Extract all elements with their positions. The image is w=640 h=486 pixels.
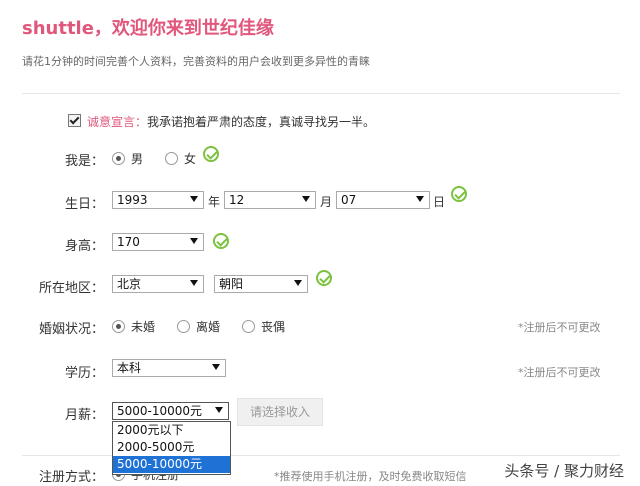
marital-option-label: 丧偶	[261, 320, 286, 334]
pledge-label: 诚意宣言：	[87, 115, 148, 129]
marital-hint: *注册后不可更改	[518, 321, 601, 334]
page-title: shuttle，欢迎你来到世纪佳缘	[22, 18, 274, 39]
salary-label: 月薪：	[64, 408, 104, 423]
pledge-checkbox[interactable]	[68, 114, 81, 127]
register-label: 注册方式：	[38, 470, 104, 485]
salary-value: 5000-10000元	[117, 404, 203, 418]
birth-month-select[interactable]: 12	[224, 191, 316, 209]
birth-year-value: 1993	[117, 193, 148, 207]
select-income-button[interactable]: 请选择收入	[237, 398, 323, 426]
province-select[interactable]: 北京	[112, 275, 204, 293]
radio-icon[interactable]	[165, 152, 179, 165]
province-value: 北京	[117, 277, 142, 291]
dropdown-arrow-icon	[190, 238, 198, 244]
day-unit: 日	[433, 195, 446, 209]
divider	[22, 93, 620, 94]
marital-option-single[interactable]: 未婚	[112, 318, 155, 335]
salary-option-selected[interactable]: 5000-10000元	[113, 456, 230, 473]
gender-label: 我是：	[64, 154, 104, 169]
gender-radio-group: 男 女	[112, 150, 204, 167]
check-valid-icon	[203, 146, 219, 162]
birth-year-select[interactable]: 1993	[112, 191, 204, 209]
dropdown-arrow-icon	[190, 196, 198, 202]
gender-option-female[interactable]: 女	[165, 150, 196, 167]
birthday-label: 生日：	[64, 197, 104, 212]
check-valid-icon	[316, 270, 332, 286]
height-select[interactable]: 170	[112, 233, 204, 251]
dropdown-arrow-icon	[302, 196, 310, 202]
education-label: 学历：	[64, 366, 104, 381]
salary-option[interactable]: 2000元以下	[113, 422, 230, 439]
pledge-row: 诚意宣言：我承诺抱着严肃的态度，真诚寻找另一半。	[68, 113, 375, 130]
check-valid-icon	[213, 233, 229, 249]
gender-option-label: 男	[131, 152, 144, 166]
salary-dropdown-list: 2000元以下 2000-5000元 5000-10000元	[112, 421, 231, 475]
region-label: 所在地区：	[38, 281, 104, 296]
gender-option-male[interactable]: 男	[112, 150, 143, 167]
marital-option-label: 未婚	[131, 320, 156, 334]
dropdown-arrow-icon	[294, 280, 302, 286]
education-value: 本科	[117, 361, 142, 375]
year-unit: 年	[208, 195, 221, 209]
radio-selected-icon[interactable]	[112, 320, 125, 333]
district-select[interactable]: 朝阳	[214, 275, 308, 293]
dropdown-arrow-icon	[416, 196, 424, 202]
register-hint: *推荐使用手机注册，及时免费收取短信	[274, 470, 467, 483]
birth-day-select[interactable]: 07	[336, 191, 430, 209]
radio-selected-icon[interactable]	[112, 152, 125, 165]
dropdown-arrow-icon	[190, 280, 198, 286]
height-value: 170	[117, 235, 140, 249]
marital-option-label: 离婚	[196, 320, 221, 334]
birth-day-value: 07	[341, 193, 357, 207]
marital-option-divorced[interactable]: 离婚	[177, 318, 220, 335]
radio-icon[interactable]	[242, 320, 256, 333]
gender-option-label: 女	[184, 152, 197, 166]
salary-select[interactable]: 5000-10000元	[112, 402, 229, 420]
education-select[interactable]: 本科	[112, 359, 226, 377]
salary-option[interactable]: 2000-5000元	[113, 439, 230, 456]
marital-label: 婚姻状况：	[38, 322, 104, 337]
education-hint: *注册后不可更改	[518, 366, 601, 379]
marital-radio-group: 未婚 离婚 丧偶	[112, 318, 307, 335]
pledge-text: 我承诺抱着严肃的态度，真诚寻找另一半。	[147, 115, 376, 129]
watermark: 头条号 / 聚力财经	[504, 462, 624, 480]
dropdown-arrow-icon	[212, 364, 220, 370]
check-valid-icon	[451, 186, 467, 202]
district-value: 朝阳	[219, 277, 244, 291]
height-label: 身高：	[64, 239, 104, 254]
page-subtitle: 请花1分钟的时间完善个人资料，完善资料的用户会收到更多异性的青睐	[22, 55, 370, 68]
month-unit: 月	[320, 195, 333, 209]
radio-icon[interactable]	[177, 320, 191, 333]
birth-month-value: 12	[229, 193, 245, 207]
dropdown-arrow-icon	[215, 407, 223, 413]
marital-option-widowed[interactable]: 丧偶	[242, 318, 285, 335]
